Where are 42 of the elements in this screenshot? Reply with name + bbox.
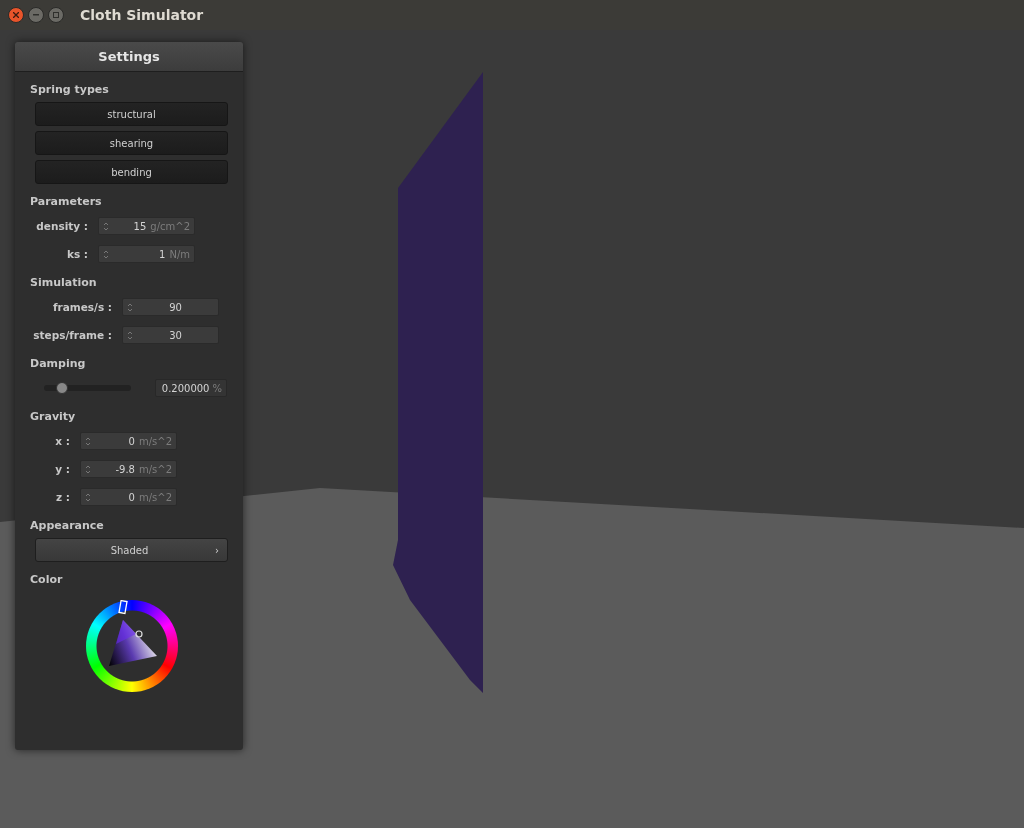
number-field[interactable]: -9.8 m/s^2	[80, 460, 177, 478]
saturation-triangle[interactable]	[109, 620, 157, 666]
slider-track[interactable]	[44, 385, 131, 391]
spring-type-button[interactable]: structural	[35, 102, 228, 126]
slider-thumb[interactable]	[56, 382, 69, 394]
minimize-icon[interactable]	[28, 7, 44, 23]
number-field[interactable]: 15 g/cm^2	[98, 217, 195, 235]
close-icon[interactable]	[8, 7, 24, 23]
field-label: steps/frame :	[32, 328, 112, 342]
field-label: x :	[54, 434, 70, 448]
field-label: density :	[35, 219, 88, 233]
spinner-arrows-icon	[85, 491, 91, 503]
spinner-arrows-icon	[103, 220, 109, 232]
field-label: frames/s :	[51, 300, 112, 314]
number-field[interactable]: 0 m/s^2	[80, 432, 177, 450]
field-label: ks :	[65, 247, 88, 261]
number-field[interactable]: 0 m/s^2	[80, 488, 177, 506]
value-field[interactable]: 0.200000 %	[155, 379, 227, 397]
panel-title: Settings	[15, 42, 243, 72]
spinner-arrows-icon	[127, 301, 133, 313]
section-title: Parameters	[30, 194, 103, 209]
section-title: Spring types	[30, 82, 110, 97]
number-field[interactable]: 1 N/m	[98, 245, 195, 263]
spinner-arrows-icon	[85, 463, 91, 475]
window-title: Cloth Simulator	[80, 7, 204, 23]
maximize-icon[interactable]	[48, 7, 64, 23]
spring-type-button[interactable]: shearing	[35, 131, 228, 155]
spring-type-button[interactable]: bending	[35, 160, 228, 184]
field-label: z :	[55, 490, 70, 504]
section-title: Appearance	[30, 518, 105, 533]
section-title: Simulation	[30, 275, 98, 290]
spinner-arrows-icon	[103, 248, 109, 260]
dropdown[interactable]: Shaded ›	[35, 538, 228, 562]
field-label: y :	[54, 462, 70, 476]
section-title: Damping	[30, 356, 87, 371]
spinner-arrows-icon	[127, 329, 133, 341]
section-title: Gravity	[30, 409, 77, 424]
section-title: Color	[30, 572, 64, 587]
hue-handle[interactable]	[118, 600, 128, 615]
number-field[interactable]: 30	[122, 326, 219, 344]
number-field[interactable]: 90	[122, 298, 219, 316]
spinner-arrows-icon	[85, 435, 91, 447]
